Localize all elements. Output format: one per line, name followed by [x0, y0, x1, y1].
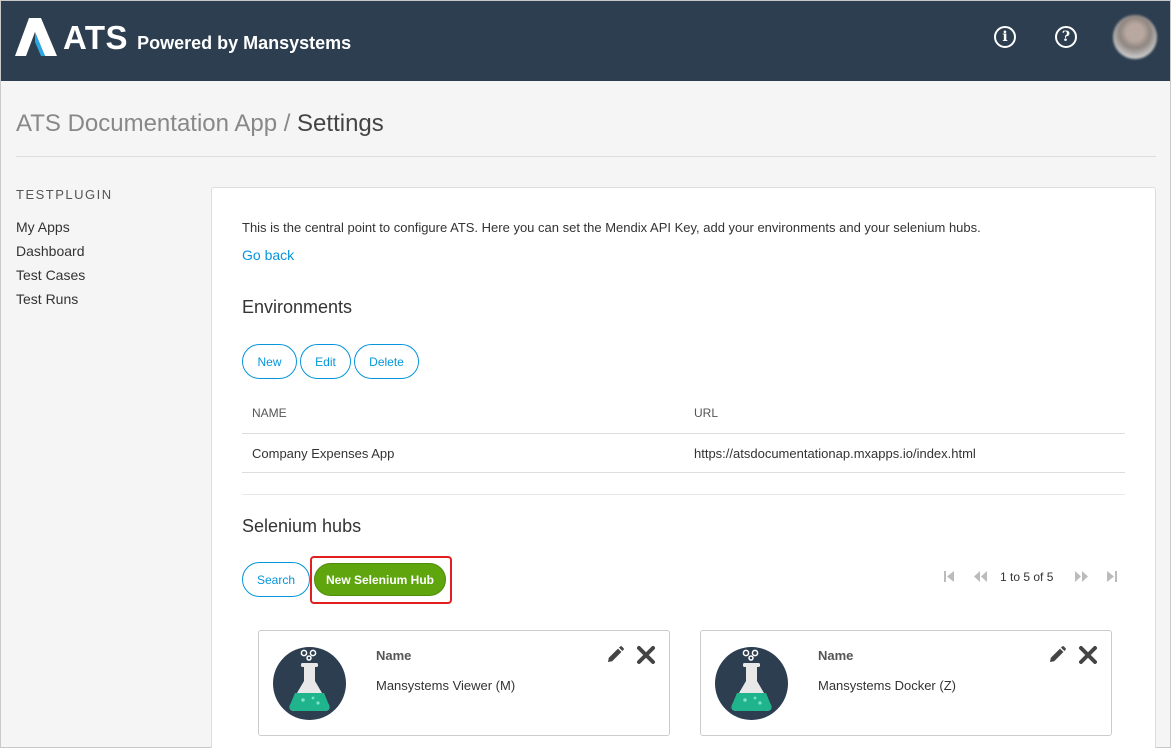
sidebar-item-test-cases[interactable]: Test Cases: [16, 263, 196, 287]
ats-logo[interactable]: ATS Powered by Mansystems: [15, 18, 351, 56]
sidebar-item-test-runs[interactable]: Test Runs: [16, 287, 196, 311]
flask-icon: [273, 647, 346, 720]
selenium-hub-card[interactable]: Name Mansystems Docker (Z): [700, 630, 1112, 736]
search-button[interactable]: Search: [242, 562, 310, 597]
first-page-icon[interactable]: [944, 571, 954, 582]
ats-logo-icon: [15, 18, 57, 56]
breadcrumb-current: Settings: [297, 110, 384, 137]
go-back-link[interactable]: Go back: [242, 247, 294, 263]
breadcrumb-app[interactable]: ATS Documentation App /: [16, 110, 290, 137]
delete-environment-button[interactable]: Delete: [354, 344, 419, 379]
delete-x-icon[interactable]: [636, 645, 656, 665]
new-environment-button[interactable]: New: [242, 344, 297, 379]
logo-text: ATS: [63, 19, 129, 56]
column-header-url[interactable]: URL: [684, 406, 1125, 420]
table-row[interactable]: Company Expenses App https://atsdocument…: [242, 434, 1125, 473]
environments-table: NAME URL Company Expenses App https://at…: [242, 393, 1125, 473]
hub-name-value: Mansystems Docker (Z): [818, 678, 956, 693]
sidebar-item-dashboard[interactable]: Dashboard: [16, 239, 196, 263]
sidebar-item-my-apps[interactable]: My Apps: [16, 215, 196, 239]
environments-title: Environments: [242, 297, 353, 317]
selenium-hub-card[interactable]: Name Mansystems Viewer (M): [258, 630, 670, 736]
selenium-hubs-title: Selenium hubs: [242, 516, 362, 536]
pagination-status: 1 to 5 of 5: [1000, 570, 1054, 584]
new-selenium-hub-button[interactable]: New Selenium Hub: [314, 563, 446, 596]
hub-name-label: Name: [818, 648, 854, 663]
next-page-icon[interactable]: [1075, 571, 1088, 582]
sidebar-heading: TESTPLUGIN: [16, 187, 113, 202]
info-glyph: i: [1002, 29, 1008, 45]
settings-card: This is the central point to configure A…: [211, 187, 1156, 748]
previous-page-icon[interactable]: [974, 571, 987, 582]
environment-url-cell: https://atsdocumentationap.mxapps.io/ind…: [694, 445, 976, 461]
page-title: ATS Documentation App / Settings: [16, 110, 384, 138]
column-header-name[interactable]: NAME: [242, 406, 684, 420]
title-divider: [16, 156, 1156, 157]
hub-name-value: Mansystems Viewer (M): [376, 678, 516, 693]
hub-name-label: Name: [376, 648, 412, 663]
intro-text: This is the central point to configure A…: [242, 220, 981, 235]
edit-environment-button[interactable]: Edit: [300, 344, 351, 379]
info-icon[interactable]: i: [994, 26, 1016, 48]
table-header: NAME URL: [242, 393, 1125, 434]
edit-pencil-icon[interactable]: [605, 645, 625, 665]
flask-icon: [715, 647, 788, 720]
user-avatar[interactable]: [1113, 15, 1157, 59]
edit-pencil-icon[interactable]: [1047, 645, 1067, 665]
delete-x-icon[interactable]: [1078, 645, 1098, 665]
powered-by-text: Powered by Mansystems: [137, 33, 352, 53]
help-icon[interactable]: ?: [1055, 26, 1077, 48]
last-page-icon[interactable]: [1107, 571, 1117, 582]
help-glyph: ?: [1061, 29, 1071, 45]
sidebar: TESTPLUGIN My Apps Dashboard Test Cases …: [16, 187, 196, 311]
section-divider: [242, 494, 1125, 495]
environment-name-cell: Company Expenses App: [252, 445, 395, 461]
top-bar: ATS Powered by Mansystems i ?: [1, 1, 1170, 81]
